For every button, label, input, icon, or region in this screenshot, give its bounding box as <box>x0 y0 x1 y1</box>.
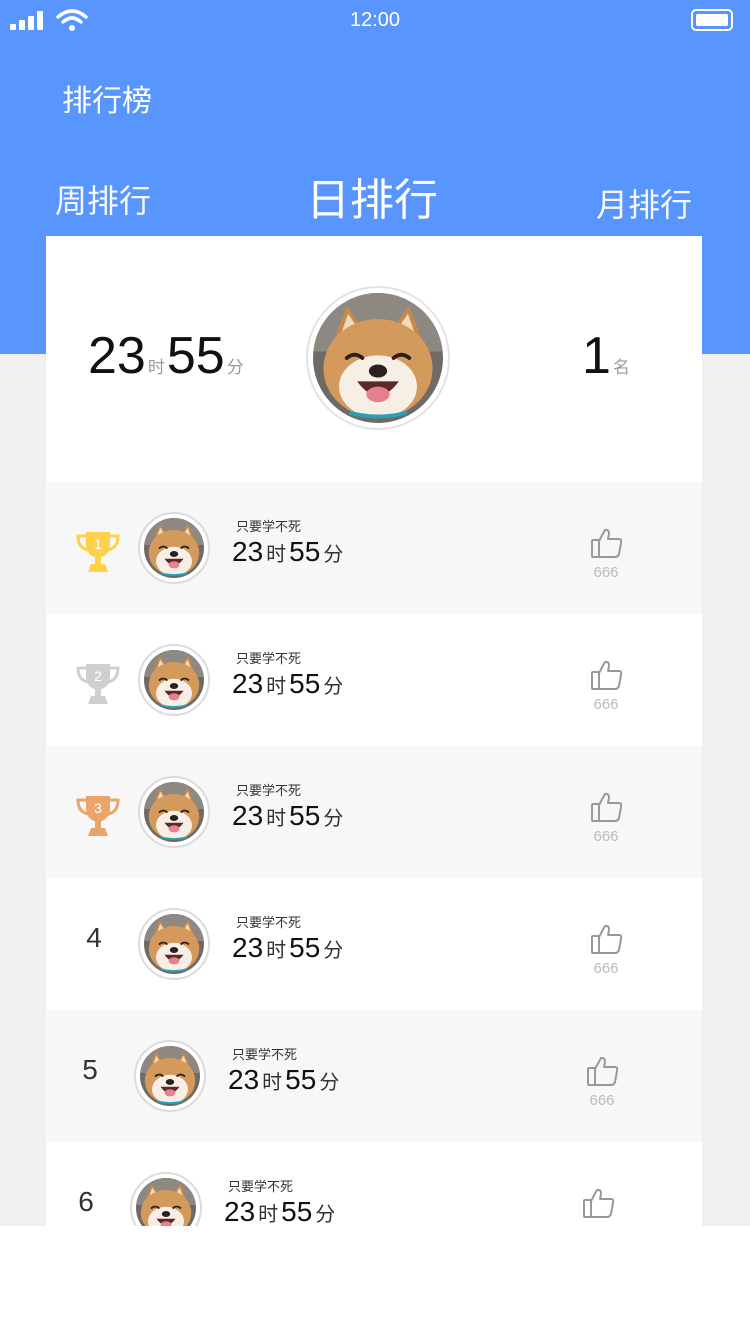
study-time: 23 时 55 分 <box>232 668 346 700</box>
minute-unit: 分 <box>323 940 344 962</box>
user-avatar[interactable] <box>138 908 210 980</box>
hours: 23 <box>232 536 264 567</box>
avatar-image <box>144 782 204 842</box>
bottom-area <box>0 1226 750 1334</box>
hours: 23 <box>232 932 264 963</box>
study-time: 23 时 55 分 <box>224 1196 338 1226</box>
hour-unit: 时 <box>262 1072 283 1094</box>
my-minute-unit: 分 <box>226 358 244 377</box>
avatar-image <box>136 1178 196 1226</box>
study-time: 23 时 55 分 <box>232 932 346 964</box>
trophy-rank: 3 <box>94 800 102 816</box>
thumbs-up-icon[interactable] <box>590 658 624 692</box>
user-name: 只要学不死 <box>236 916 302 931</box>
avatar-image <box>140 1046 200 1106</box>
hour-unit: 时 <box>266 940 287 962</box>
status-time: 12:00 <box>349 9 401 31</box>
trophy-rank: 2 <box>94 668 102 684</box>
page-title: 排行榜 <box>62 84 152 119</box>
my-minutes: 55 <box>166 327 225 385</box>
battery-icon <box>691 9 733 31</box>
rank-number: 4 <box>86 922 102 953</box>
ranking-card: 23 时55 分 1名 1 只要学不死 23 时 55 分 666 2 只要学不死 <box>46 236 702 1226</box>
user-avatar[interactable] <box>138 776 210 848</box>
minutes: 55 <box>289 932 321 963</box>
hour-unit: 时 <box>266 808 287 830</box>
my-hours: 23 <box>88 327 146 385</box>
hours: 23 <box>232 668 264 699</box>
like-count: 666 <box>578 1224 618 1226</box>
avatar-image <box>144 650 204 710</box>
user-avatar[interactable] <box>134 1040 206 1112</box>
user-name: 只要学不死 <box>232 1048 298 1063</box>
like-count: 666 <box>593 828 619 845</box>
gold-trophy-icon: 1 <box>74 526 122 574</box>
study-time: 23 时 55 分 <box>228 1064 342 1096</box>
my-study-time: 23 时55 分 <box>88 326 246 386</box>
ranking-row[interactable]: 6 只要学不死 23时55分 666 <box>46 1142 702 1226</box>
ranking-row[interactable]: 2 只要学不死 23 时 55 分 666 <box>46 614 702 746</box>
tab-month[interactable]: 月排行 <box>596 180 692 226</box>
hours: 23 <box>224 1196 256 1226</box>
rank-number: 5 <box>82 1054 98 1085</box>
like-count: 666 <box>593 564 619 581</box>
minutes: 55 <box>289 536 321 567</box>
avatar-image <box>144 518 204 578</box>
bronze-trophy-icon: 3 <box>74 790 122 838</box>
ranking-row[interactable]: 1 只要学不死 23 时 55 分 666 <box>46 482 702 614</box>
ranking-row[interactable]: 4 只要学不死 23 时 55 分 666 <box>46 878 702 1010</box>
my-avatar[interactable] <box>306 286 450 430</box>
user-avatar[interactable] <box>130 1172 202 1226</box>
like-count: 666 <box>593 696 619 713</box>
avatar-image <box>144 914 204 974</box>
user-avatar[interactable] <box>138 512 210 584</box>
my-rank-number: 1 <box>582 327 611 385</box>
study-time: 23 时 55 分 <box>232 536 346 568</box>
hour-unit: 时 <box>266 544 287 566</box>
hour-unit: 时 <box>258 1204 279 1226</box>
my-rank: 1名 <box>582 326 632 386</box>
ranking-row[interactable]: 5 只要学不死 23 时 55 分 666 <box>46 1010 702 1142</box>
thumbs-up-icon[interactable] <box>590 790 624 824</box>
minutes: 55 <box>289 668 321 699</box>
minutes: 55 <box>285 1064 317 1095</box>
hours: 23 <box>232 800 264 831</box>
user-name: 只要学不死 <box>236 652 302 667</box>
user-name: 只要学不死 <box>236 520 302 535</box>
silver-trophy-icon: 2 <box>74 658 122 706</box>
minutes: 55 <box>289 800 321 831</box>
trophy-rank: 1 <box>94 536 102 552</box>
hour-unit: 时 <box>266 676 287 698</box>
my-hour-unit: 时 <box>147 358 165 377</box>
thumbs-up-icon[interactable] <box>582 1186 616 1220</box>
user-avatar[interactable] <box>138 644 210 716</box>
like-count: 666 <box>593 960 619 977</box>
like-count: 666 <box>589 1092 615 1109</box>
thumbs-up-icon[interactable] <box>590 526 624 560</box>
my-summary: 23 时55 分 1名 <box>46 236 702 482</box>
thumbs-up-icon[interactable] <box>586 1054 620 1088</box>
thumbs-up-icon[interactable] <box>590 922 624 956</box>
minute-unit: 分 <box>323 676 344 698</box>
minute-unit: 分 <box>319 1072 340 1094</box>
avatar-image <box>313 293 443 423</box>
hours: 23 <box>228 1064 260 1095</box>
minute-unit: 分 <box>323 808 344 830</box>
user-name: 只要学不死 <box>228 1180 294 1195</box>
minutes: 55 <box>281 1196 313 1226</box>
my-rank-unit: 名 <box>612 358 630 377</box>
minute-unit: 分 <box>323 544 344 566</box>
minute-unit: 分 <box>315 1204 336 1226</box>
user-name: 只要学不死 <box>236 784 302 799</box>
status-bar: 12:00 <box>0 0 750 40</box>
study-time: 23 时 55 分 <box>232 800 346 832</box>
rank-number: 6 <box>78 1186 94 1217</box>
ranking-row[interactable]: 3 只要学不死 23 时 55 分 666 <box>46 746 702 878</box>
